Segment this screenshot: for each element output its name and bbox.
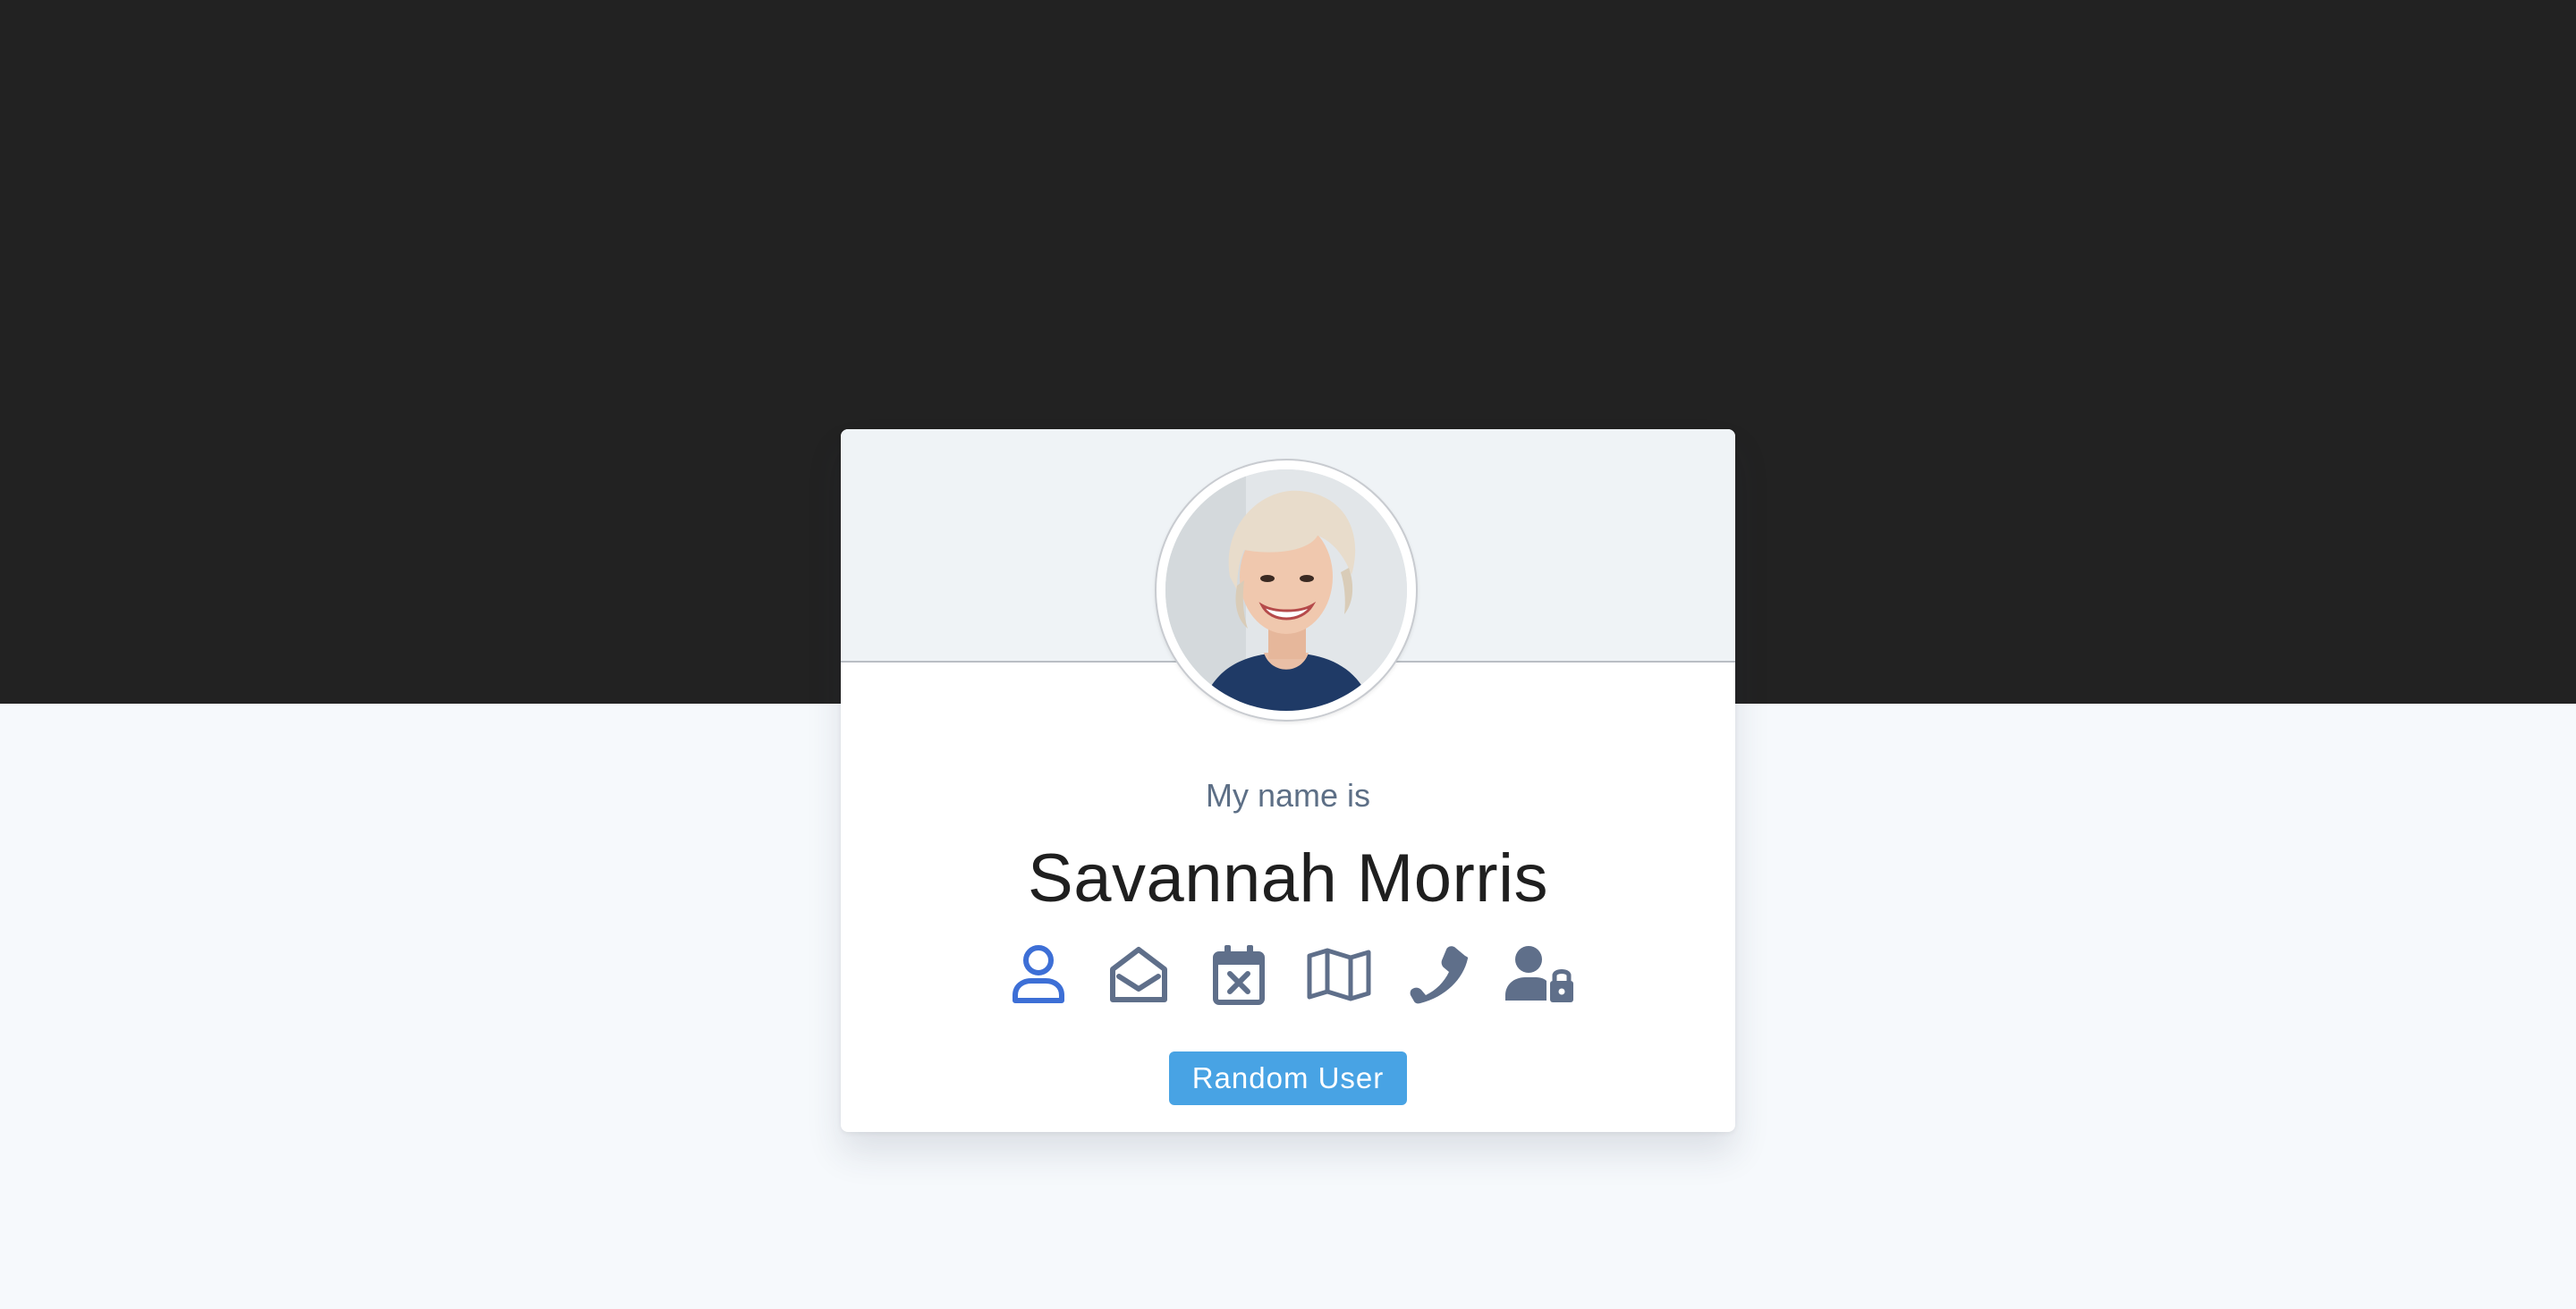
envelope-open-icon — [1110, 947, 1167, 1002]
info-icon-bar — [1003, 939, 1575, 1010]
avatar-photo — [1165, 469, 1407, 711]
user-icon-button[interactable] — [1003, 939, 1074, 1010]
phone-icon-button[interactable] — [1403, 939, 1475, 1010]
random-user-button[interactable]: Random User — [1169, 1051, 1407, 1105]
birthday-icon-button[interactable] — [1203, 939, 1275, 1010]
page: My name is Savannah Morris Random User — [0, 0, 2576, 1309]
user-lock-icon — [1505, 946, 1573, 1002]
phone-icon — [1410, 946, 1469, 1004]
email-icon-button[interactable] — [1103, 939, 1174, 1010]
card-value: Savannah Morris — [1028, 840, 1548, 916]
user-icon — [1013, 945, 1064, 1003]
card-title: My name is — [1205, 777, 1371, 814]
avatar-frame — [1155, 459, 1418, 722]
avatar — [1165, 469, 1407, 711]
address-icon-button[interactable] — [1303, 939, 1375, 1010]
user-card: My name is Savannah Morris Random User — [841, 429, 1735, 1132]
password-icon-button[interactable] — [1504, 939, 1575, 1010]
map-icon — [1307, 948, 1371, 1001]
calendar-x-icon — [1213, 945, 1265, 1005]
